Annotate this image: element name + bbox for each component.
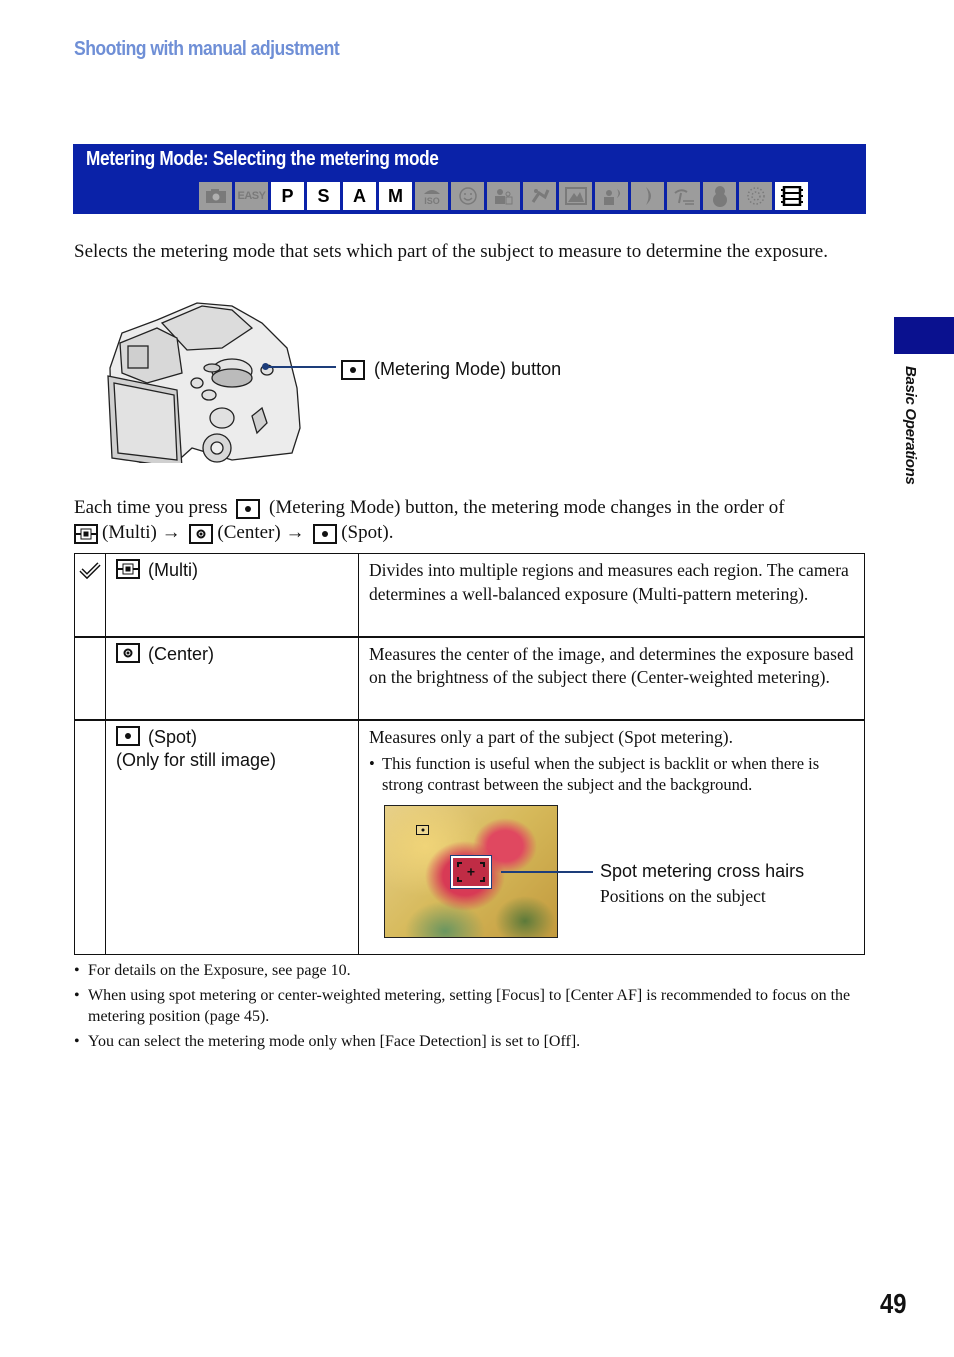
default-marker-cell bbox=[74, 718, 106, 955]
default-marker-cell bbox=[74, 635, 106, 720]
advanced-sports-icon bbox=[523, 182, 556, 210]
metering-mode-button-callout: (Metering Mode) button bbox=[341, 359, 561, 380]
section-header: Shooting with manual adjustment bbox=[74, 38, 340, 60]
camera-illustration bbox=[102, 298, 302, 469]
manual-mode-icon: M bbox=[379, 182, 412, 210]
movie-mode-icon bbox=[775, 182, 808, 210]
spot-metering-figure: + Spot metering cross hairs Positions on… bbox=[369, 805, 854, 941]
center-metering-icon bbox=[189, 523, 214, 544]
table-row: (Multi) Divides into multiple regions an… bbox=[74, 553, 865, 637]
callout-line bbox=[501, 871, 593, 873]
landscape-icon bbox=[559, 182, 592, 210]
mode-label: (Multi) bbox=[148, 560, 198, 580]
intro-paragraph: Selects the metering mode that sets whic… bbox=[74, 241, 828, 262]
mode-description-cell: Measures only a part of the subject (Spo… bbox=[358, 718, 865, 955]
mode-description: Divides into multiple regions and measur… bbox=[369, 560, 849, 604]
mode-name-cell: (Spot) (Only for still image) bbox=[105, 718, 359, 955]
multi-metering-icon bbox=[74, 523, 98, 544]
table-row: (Center) Measures the center of the imag… bbox=[74, 635, 865, 720]
crosshair-callout-subtitle: Positions on the subject bbox=[600, 886, 766, 906]
beach-icon bbox=[667, 182, 700, 210]
arrow-icon: → bbox=[285, 522, 305, 543]
chapter-tab-label: Basic Operations bbox=[902, 366, 919, 485]
order-multi-label: (Multi) bbox=[102, 522, 157, 543]
callout-line bbox=[264, 366, 336, 368]
topic-title: Metering Mode: Selecting the metering mo… bbox=[86, 148, 439, 170]
center-metering-icon bbox=[116, 642, 140, 663]
metering-modes-table: (Multi) Divides into multiple regions an… bbox=[74, 553, 865, 955]
aperture-priority-icon: A bbox=[343, 182, 376, 210]
order-spot-label: (Spot). bbox=[341, 522, 394, 543]
default-marker-cell bbox=[74, 553, 106, 637]
metering-order-paragraph: Each time you press (Metering Mode) butt… bbox=[74, 495, 864, 545]
callout-text: (Metering Mode) button bbox=[374, 359, 562, 379]
note-item: When using spot metering or center-weigh… bbox=[74, 985, 864, 1027]
mode-description: Measures only a part of the subject (Spo… bbox=[369, 726, 733, 747]
shooting-mode-icons: EASY P S A M ISO bbox=[199, 182, 808, 210]
mode-description-bullet: This function is useful when the subject… bbox=[369, 753, 854, 795]
svg-text:ISO: ISO bbox=[424, 196, 440, 206]
chapter-tab-marker bbox=[894, 317, 954, 354]
shutter-priority-icon: S bbox=[307, 182, 340, 210]
notes-list: For details on the Exposure, see page 10… bbox=[74, 960, 864, 1056]
twilight-icon bbox=[631, 182, 664, 210]
mode-label: (Center) bbox=[148, 643, 215, 664]
spot-metering-icon bbox=[341, 359, 365, 380]
snow-icon bbox=[703, 182, 736, 210]
program-mode-icon: P bbox=[271, 182, 304, 210]
note-item: You can select the metering mode only wh… bbox=[74, 1031, 864, 1052]
easy-mode-icon: EASY bbox=[235, 182, 268, 210]
order-center-label: (Center) bbox=[217, 522, 281, 543]
order-text-part1: Each time you press bbox=[74, 497, 228, 518]
order-text-part2: (Metering Mode) button, the metering mod… bbox=[269, 497, 785, 518]
mode-name-cell: (Center) bbox=[105, 635, 359, 720]
multi-metering-icon bbox=[116, 559, 140, 579]
table-row: (Spot) (Only for still image) Measures o… bbox=[74, 718, 865, 955]
smile-shutter-icon bbox=[451, 182, 484, 210]
mode-name-cell: (Multi) bbox=[105, 553, 359, 637]
crosshair-callout-title: Spot metering cross hairs bbox=[600, 861, 805, 881]
fireworks-icon bbox=[739, 182, 772, 210]
auto-camera-icon bbox=[199, 182, 232, 210]
spot-crosshair-icon: + bbox=[450, 855, 492, 889]
arrow-icon: → bbox=[161, 522, 181, 543]
mode-label: (Spot) bbox=[148, 726, 198, 747]
spot-metering-icon bbox=[236, 498, 261, 519]
mode-description-cell: Measures the center of the image, and de… bbox=[358, 635, 865, 720]
spot-metering-icon bbox=[116, 725, 140, 746]
twilight-portrait-icon bbox=[595, 182, 628, 210]
spot-metering-icon bbox=[416, 825, 429, 835]
page-number: 49 bbox=[880, 1288, 907, 1319]
note-item: For details on the Exposure, see page 10… bbox=[74, 960, 864, 981]
spot-metering-icon bbox=[313, 523, 338, 544]
high-sensitivity-iso-icon: ISO bbox=[415, 182, 448, 210]
topic-banner: Metering Mode: Selecting the metering mo… bbox=[73, 144, 866, 214]
mode-description: Measures the center of the image, and de… bbox=[369, 643, 854, 688]
soft-snap-icon bbox=[487, 182, 520, 210]
default-checkmark-icon bbox=[79, 562, 101, 580]
mode-sublabel: (Only for still image) bbox=[116, 749, 277, 770]
mode-description-cell: Divides into multiple regions and measur… bbox=[358, 553, 865, 637]
